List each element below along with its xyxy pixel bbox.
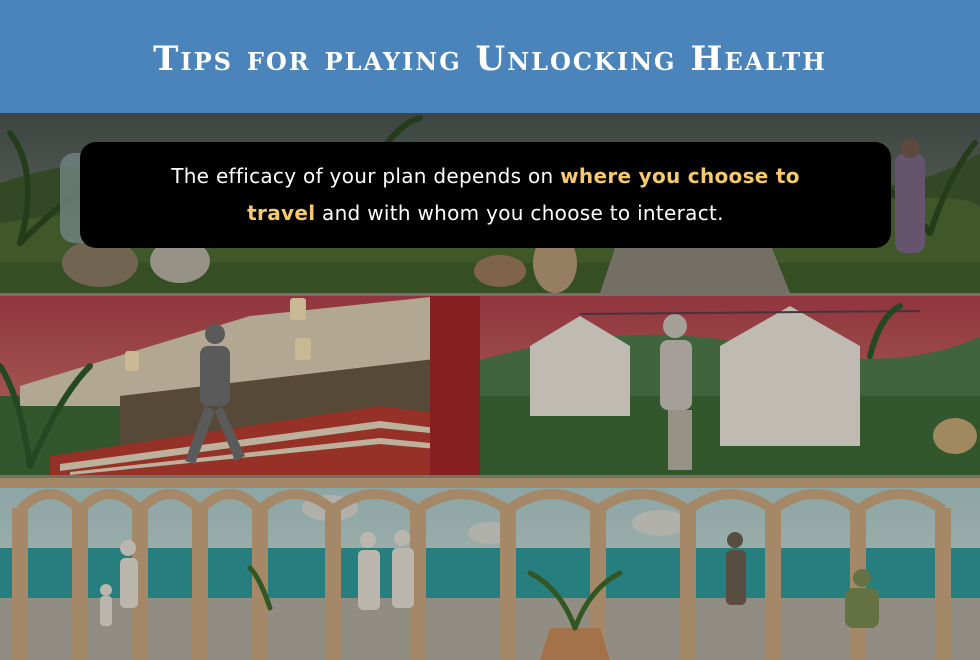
tip-box: The efficacy of your plan depends on whe… [80, 142, 891, 248]
tip-text: The efficacy of your plan depends on whe… [140, 158, 831, 232]
scene-tent-market [0, 296, 980, 475]
scene-seaside-colonnade [0, 478, 980, 660]
page-title: Tips for playing Unlocking Health [153, 38, 827, 79]
tip-text-before: The efficacy of your plan depends on [171, 164, 561, 188]
header-banner: Tips for playing Unlocking Health [0, 0, 980, 113]
tip-text-after: and with whom you choose to interact. [315, 201, 724, 225]
